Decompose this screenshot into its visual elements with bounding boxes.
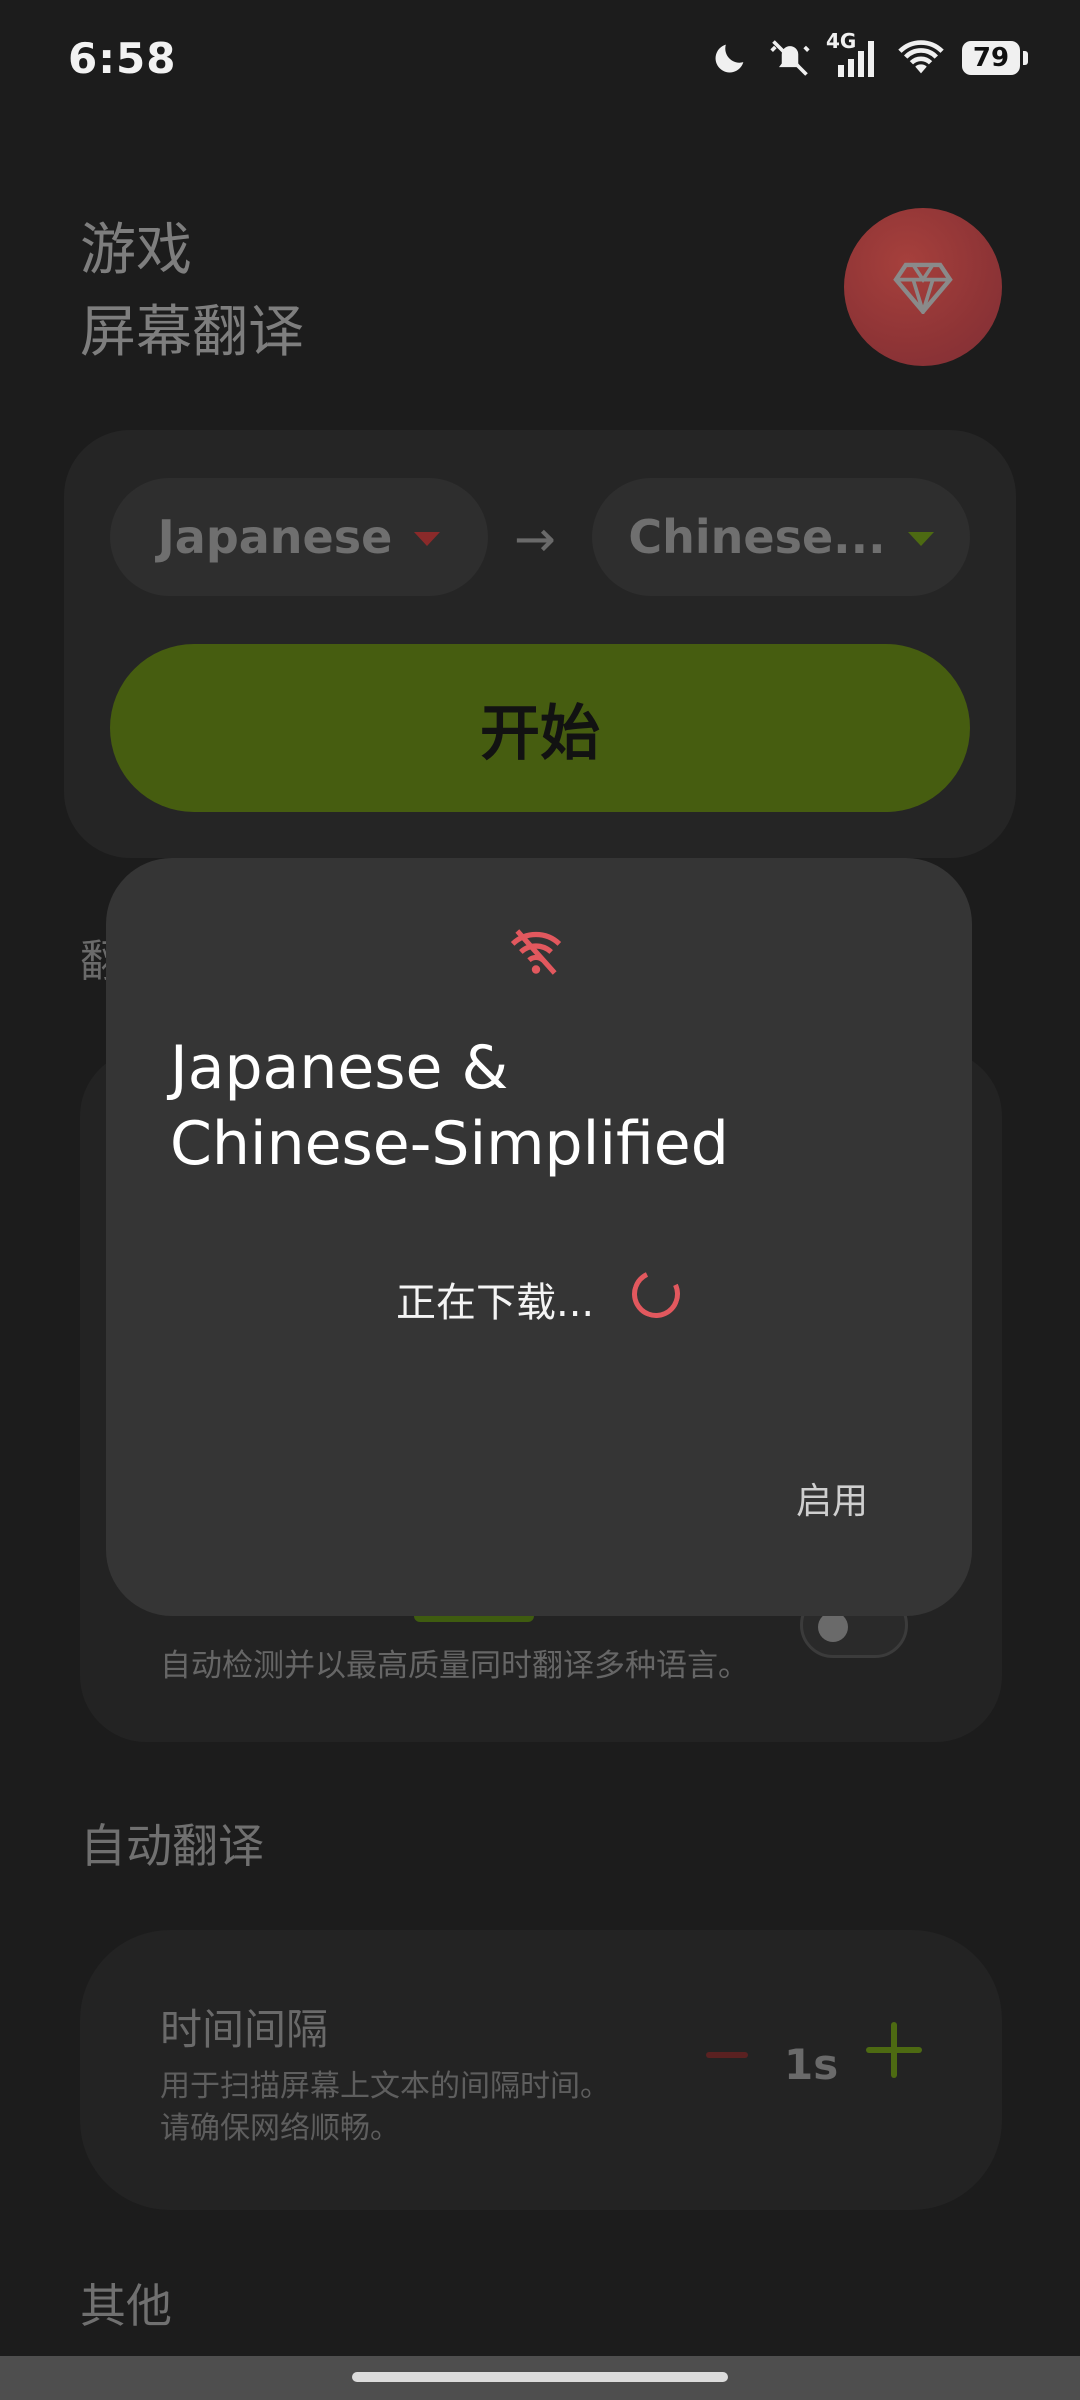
source-language-selector[interactable]: Japanese [110, 478, 488, 596]
status-time: 6:58 [68, 34, 177, 83]
gem-icon [893, 262, 953, 314]
wifi-off-icon [510, 929, 562, 975]
page-title-line1: 游戏 [80, 218, 192, 283]
arrow-right-icon: → [514, 510, 556, 568]
cellular-signal: 4G [826, 29, 880, 79]
increase-interval-button[interactable] [866, 2022, 922, 2078]
battery-indicator: 79 [962, 41, 1028, 75]
toggle-knob [818, 1612, 848, 1642]
page-title-line2: 屏幕翻译 [80, 300, 304, 365]
start-button[interactable]: 开始 [110, 644, 970, 812]
source-language-label: Japanese [157, 510, 393, 564]
multi-language-description: 自动检测并以最高质量同时翻译多种语言。 [160, 1648, 749, 1684]
decrease-interval-button[interactable] [706, 2052, 748, 2058]
target-language-selector[interactable]: Chinese... [592, 478, 970, 596]
moon-icon [715, 44, 744, 73]
dialog-title-line1: Japanese & [170, 1033, 509, 1103]
interval-description-line2: 请确保网络顺畅。 [160, 2111, 400, 2146]
section-other-title: 其他 [80, 2279, 172, 2333]
interval-value: 1s [784, 2040, 839, 2089]
target-language-label: Chinese... [628, 510, 886, 564]
chevron-down-icon [414, 532, 441, 546]
wifi-icon [898, 40, 944, 74]
silent-bell-icon [770, 40, 810, 76]
interval-description-line1: 用于扫描屏幕上文本的间隔时间。 [160, 2069, 610, 2104]
section-auto-title: 自动翻译 [80, 1819, 264, 1873]
signal-bars-icon [838, 41, 874, 77]
dialog-title: Japanese & Chinese-Simplified [170, 1030, 729, 1182]
interval-title: 时间间隔 [160, 2005, 329, 2054]
interval-description: 用于扫描屏幕上文本的间隔时间。 请确保网络顺畅。 [160, 2066, 610, 2150]
dialog-title-line2: Chinese-Simplified [170, 1109, 729, 1179]
page-title: 游戏 屏幕翻译 [80, 210, 304, 374]
premium-button[interactable] [844, 208, 1002, 366]
chevron-down-icon [907, 532, 934, 546]
status-icons: 4G 79 [710, 29, 1028, 80]
home-gesture-handle[interactable] [352, 2372, 728, 2382]
download-status: 正在下载... [396, 1280, 595, 1326]
enable-button[interactable]: 启用 [796, 1472, 868, 1524]
